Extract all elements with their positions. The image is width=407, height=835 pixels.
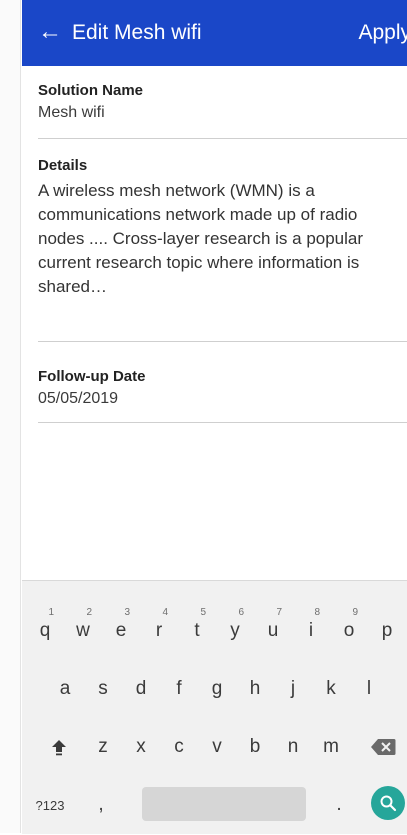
- key-e[interactable]: e3: [104, 601, 138, 661]
- keyboard-row-1: q1 w2 e3 r4 t5 y6 u7 i8 o9 p: [22, 601, 407, 661]
- left-edge: [0, 0, 21, 833]
- key-k[interactable]: k: [314, 659, 348, 719]
- space-key[interactable]: [142, 787, 306, 821]
- details-label: Details: [38, 157, 88, 174]
- key-j[interactable]: j: [276, 659, 310, 719]
- key-q[interactable]: q1: [28, 601, 62, 661]
- key-p[interactable]: p: [370, 601, 404, 661]
- keyboard-row-4: ?123 , .: [22, 775, 407, 835]
- key-r[interactable]: r4: [142, 601, 176, 661]
- key-v[interactable]: v: [200, 717, 234, 777]
- followup-date-input[interactable]: 05/05/2019: [38, 388, 407, 410]
- key-a[interactable]: a: [48, 659, 82, 719]
- key-s[interactable]: s: [86, 659, 120, 719]
- key-y[interactable]: y6: [218, 601, 252, 661]
- followup-date-field[interactable]: Follow-up Date 05/05/2019: [38, 368, 407, 423]
- details-field[interactable]: Details A wireless mesh network (WMN) is…: [38, 157, 407, 342]
- soft-keyboard: q1 w2 e3 r4 t5 y6 u7 i8 o9 p a s d f g h…: [22, 580, 407, 834]
- key-g[interactable]: g: [200, 659, 234, 719]
- key-n[interactable]: n: [276, 717, 310, 777]
- key-c[interactable]: c: [162, 717, 196, 777]
- shift-icon[interactable]: [42, 717, 76, 777]
- solution-name-field[interactable]: Solution Name Mesh wifi: [38, 82, 407, 139]
- key-o[interactable]: o9: [332, 601, 366, 661]
- keyboard-row-3: z x c v b n m: [22, 717, 407, 777]
- key-u[interactable]: u7: [256, 601, 290, 661]
- key-i[interactable]: i8: [294, 601, 328, 661]
- comma-key[interactable]: ,: [84, 775, 118, 835]
- key-d[interactable]: d: [124, 659, 158, 719]
- key-t[interactable]: t5: [180, 601, 214, 661]
- key-b[interactable]: b: [238, 717, 272, 777]
- keyboard-row-2: a s d f g h j k l: [22, 659, 407, 719]
- key-f[interactable]: f: [162, 659, 196, 719]
- back-arrow-icon[interactable]: ←: [32, 14, 68, 50]
- backspace-icon[interactable]: [368, 717, 398, 777]
- symbols-key[interactable]: ?123: [28, 775, 72, 835]
- apply-button[interactable]: Apply: [358, 19, 407, 47]
- followup-date-label: Follow-up Date: [38, 368, 146, 385]
- app-bar: ← Edit Mesh wifi Apply: [22, 0, 407, 66]
- details-input[interactable]: A wireless mesh network (WMN) is a commu…: [38, 179, 407, 299]
- period-key[interactable]: .: [322, 775, 356, 835]
- key-m[interactable]: m: [314, 717, 348, 777]
- key-l[interactable]: l: [352, 659, 386, 719]
- solution-name-input[interactable]: Mesh wifi: [38, 102, 407, 124]
- key-h[interactable]: h: [238, 659, 272, 719]
- key-x[interactable]: x: [124, 717, 158, 777]
- solution-name-label: Solution Name: [38, 82, 144, 99]
- key-w[interactable]: w2: [66, 601, 100, 661]
- search-icon[interactable]: [371, 786, 405, 820]
- key-z[interactable]: z: [86, 717, 120, 777]
- page-title: Edit Mesh wifi: [72, 21, 202, 44]
